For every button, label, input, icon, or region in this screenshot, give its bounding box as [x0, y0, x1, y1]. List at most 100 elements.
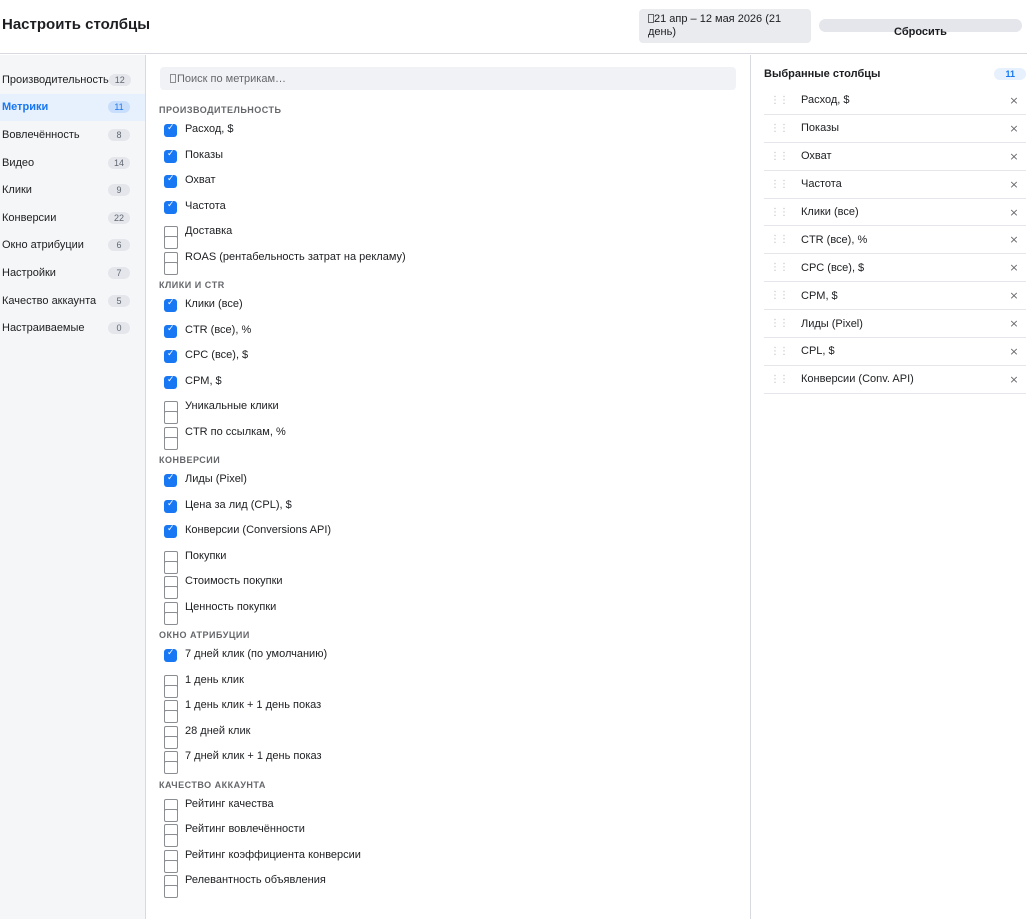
metric-row[interactable]: Лиды (Pixel) — [159, 470, 739, 496]
reset-button[interactable]: Сбросить — [819, 19, 1022, 38]
metric-row[interactable]: Конверсии (Conversions API) — [159, 521, 739, 547]
drag-handle-icon[interactable]: ⋮⋮ — [764, 262, 792, 273]
remove-icon[interactable]: × — [1007, 122, 1021, 135]
metric-row[interactable]: Стоимость покупки — [159, 572, 739, 599]
sidebar-item[interactable]: Качество аккаунта 5 — [0, 287, 145, 315]
metric-checkbox[interactable] — [164, 123, 177, 137]
drag-handle-icon[interactable]: ⋮⋮ — [764, 123, 792, 134]
metric-checkbox[interactable] — [164, 751, 178, 774]
drag-handle-icon[interactable]: ⋮⋮ — [764, 207, 792, 218]
metric-row[interactable]: Цена за лид (CPL), $ — [159, 496, 739, 522]
sidebar-item[interactable]: Настраиваемые 0 — [0, 314, 145, 342]
metric-row[interactable]: CPM, $ — [159, 372, 739, 398]
metric-checkbox[interactable] — [164, 849, 178, 873]
metric-checkbox[interactable] — [164, 298, 177, 312]
metric-row[interactable]: Релевантность объявления — [159, 871, 739, 898]
metric-row[interactable]: Доставка — [159, 222, 739, 249]
metric-checkbox[interactable] — [164, 550, 178, 574]
metric-row[interactable]: Ценность покупки — [159, 598, 739, 625]
drag-handle-icon[interactable]: ⋮⋮ — [764, 95, 792, 106]
selected-count-badge: 11 — [994, 68, 1026, 80]
metric-checkbox[interactable] — [164, 375, 177, 389]
remove-icon[interactable]: × — [1007, 317, 1021, 330]
sidebar-item[interactable]: Вовлечённость 8 — [0, 121, 145, 149]
metric-row[interactable]: Рейтинг качества — [159, 795, 739, 822]
remove-icon[interactable]: × — [1007, 150, 1021, 163]
remove-icon[interactable]: × — [1007, 261, 1021, 274]
sidebar-item[interactable]: Метрики 11 — [0, 93, 145, 122]
search-box[interactable] — [160, 67, 736, 90]
metric-checkbox[interactable] — [164, 473, 177, 487]
metric-row[interactable]: Охват — [159, 171, 739, 197]
metric-checkbox[interactable] — [164, 499, 177, 513]
metric-row[interactable]: 28 дней клик — [159, 722, 739, 749]
drag-handle-icon[interactable]: ⋮⋮ — [764, 346, 792, 357]
sidebar-item[interactable]: Производительность 12 — [0, 66, 145, 94]
metric-row[interactable]: Частота — [159, 197, 739, 223]
metric-row[interactable]: Покупки — [159, 547, 739, 574]
metric-row[interactable]: Расход, $ — [159, 120, 739, 146]
drag-handle-icon[interactable]: ⋮⋮ — [764, 318, 792, 329]
sidebar-item[interactable]: Видео 14 — [0, 149, 145, 177]
metric-row[interactable]: 7 дней клик (по умолчанию) — [159, 645, 739, 671]
metric-row[interactable]: CTR (все), % — [159, 321, 739, 347]
metric-row[interactable]: Показы — [159, 146, 739, 172]
metric-checkbox[interactable] — [164, 824, 178, 847]
drag-handle-icon[interactable]: ⋮⋮ — [764, 234, 792, 245]
metric-checkbox[interactable] — [164, 251, 178, 275]
metric-checkbox[interactable] — [164, 725, 178, 749]
metric-checkbox[interactable] — [164, 349, 177, 363]
metric-checkbox[interactable] — [164, 798, 178, 822]
metric-checkbox[interactable] — [164, 226, 178, 249]
metric-row[interactable]: CPC (все), $ — [159, 346, 739, 372]
date-range-button[interactable]: 21 апр – 12 мая 2026 (21 день) — [639, 9, 811, 43]
section-title: Качество аккаунта — [159, 779, 266, 790]
remove-icon[interactable]: × — [1007, 289, 1021, 302]
metric-row[interactable]: 1 день клик + 1 день показ — [159, 696, 739, 723]
category-sidebar: Производительность 12 Метрики 11 Вовлечённос… — [0, 55, 146, 919]
sidebar-item[interactable]: Настройки 7 — [0, 259, 145, 287]
remove-icon[interactable]: × — [1007, 206, 1021, 219]
drag-handle-icon[interactable]: ⋮⋮ — [764, 374, 792, 385]
remove-icon[interactable]: × — [1007, 345, 1021, 358]
metric-checkbox[interactable] — [164, 601, 178, 625]
drag-handle-icon[interactable]: ⋮⋮ — [764, 290, 792, 301]
metric-checkbox[interactable] — [164, 875, 178, 898]
metric-row[interactable]: 1 день клик — [159, 671, 739, 698]
metric-row[interactable]: 7 дней клик + 1 день показ — [159, 747, 739, 774]
sidebar-item-label: Метрики — [2, 101, 49, 114]
metric-checkbox[interactable] — [164, 700, 178, 723]
selected-column-label: Расход, $ — [801, 94, 850, 107]
sidebar-item[interactable]: Окно атрибуции 6 — [0, 232, 145, 260]
metric-checkbox[interactable] — [164, 324, 177, 338]
metric-row[interactable]: ROAS (рентабельность затрат на рекламу) — [159, 248, 739, 275]
metric-checkbox[interactable] — [164, 426, 178, 450]
remove-icon[interactable]: × — [1007, 178, 1021, 191]
metric-label: Показы — [185, 148, 224, 161]
selected-column-label: CTR (все), % — [801, 233, 868, 246]
metric-checkbox[interactable] — [164, 401, 178, 424]
metric-checkbox[interactable] — [164, 200, 177, 214]
metric-checkbox[interactable] — [164, 648, 177, 662]
metric-row[interactable]: Рейтинг коэффициента конверсии — [159, 846, 739, 873]
sidebar-item-label: Настройки — [2, 266, 56, 279]
metric-checkbox[interactable] — [164, 174, 177, 188]
remove-icon[interactable]: × — [1007, 94, 1021, 107]
remove-icon[interactable]: × — [1007, 233, 1021, 246]
drag-handle-icon[interactable]: ⋮⋮ — [764, 179, 792, 190]
metric-checkbox[interactable] — [164, 149, 177, 163]
metric-checkbox[interactable] — [164, 524, 177, 538]
selected-columns-panel: Выбранные столбцы 11 ⋮⋮ Расход, $ × ⋮⋮ Показ… — [750, 55, 1027, 919]
drag-handle-icon[interactable]: ⋮⋮ — [764, 151, 792, 162]
search-input[interactable] — [177, 72, 717, 85]
remove-icon[interactable]: × — [1007, 373, 1021, 386]
metric-checkbox[interactable] — [164, 674, 178, 698]
metric-row[interactable]: Уникальные клики — [159, 397, 739, 424]
metric-row[interactable]: Рейтинг вовлечённости — [159, 820, 739, 847]
sidebar-item[interactable]: Конверсии 22 — [0, 204, 145, 232]
selected-column-row: ⋮⋮ CTR (все), % × — [764, 226, 1026, 255]
metric-row[interactable]: CTR по ссылкам, % — [159, 423, 739, 450]
metric-row[interactable]: Клики (все) — [159, 295, 739, 321]
metric-checkbox[interactable] — [164, 576, 178, 599]
sidebar-item[interactable]: Клики 9 — [0, 176, 145, 204]
